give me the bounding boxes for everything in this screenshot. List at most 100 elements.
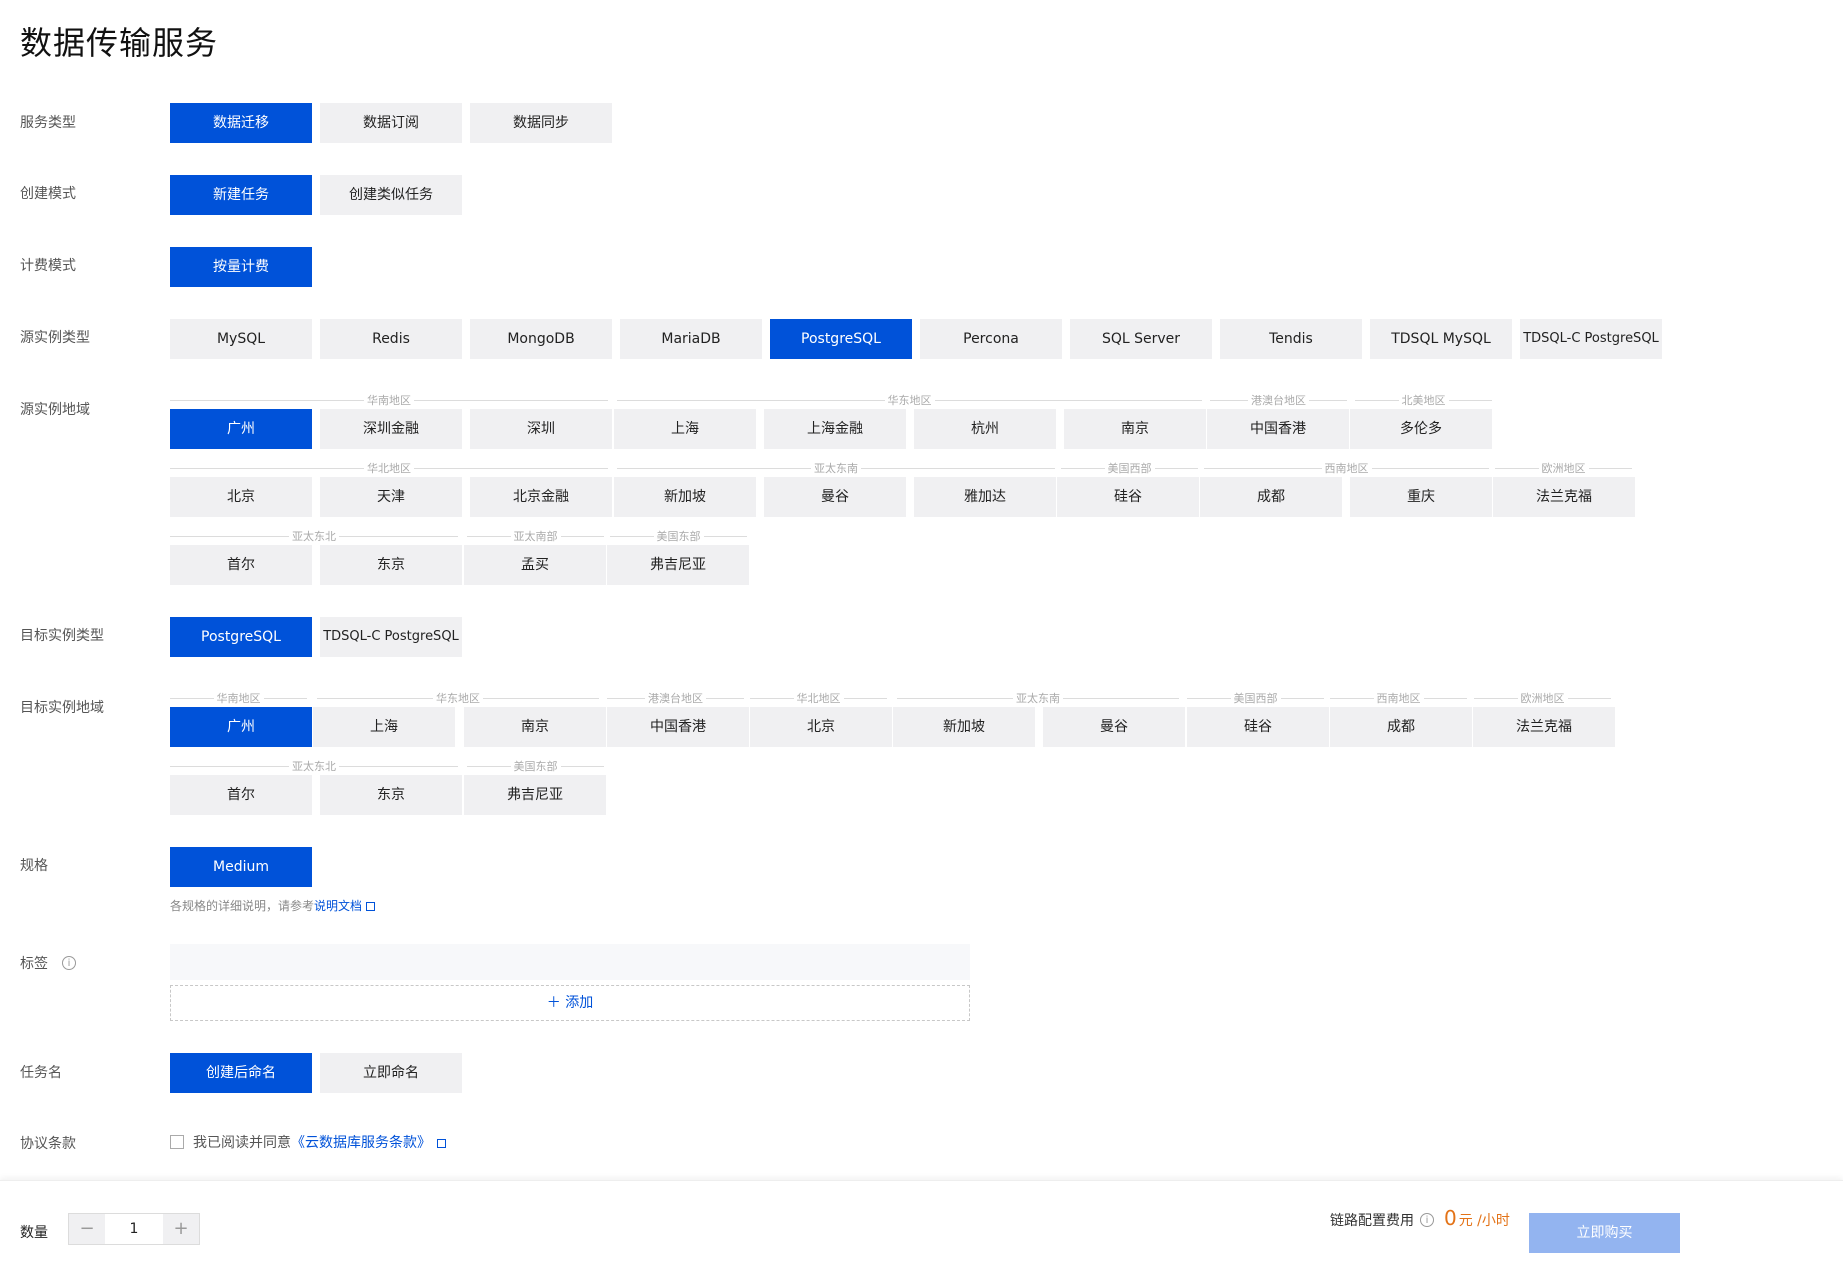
src-region-option[interactable]: 孟买	[464, 545, 606, 585]
dst-region-option[interactable]: 成都	[1330, 707, 1472, 747]
src-region-option[interactable]: 天津	[320, 477, 462, 517]
src-region-option[interactable]: 上海	[614, 409, 756, 449]
agreement-checkbox[interactable]	[170, 1135, 184, 1149]
src-region-option[interactable]: 硅谷	[1057, 477, 1199, 517]
src-type-option[interactable]: Percona	[920, 319, 1062, 359]
minus-button[interactable]: −	[69, 1214, 105, 1244]
src-region-option[interactable]: 雅加达	[914, 477, 1056, 517]
src-region-option[interactable]: 新加坡	[614, 477, 756, 517]
src-type-option[interactable]: Redis	[320, 319, 462, 359]
dst-region-option[interactable]: 首尔	[170, 775, 312, 815]
spec-option[interactable]: Medium	[170, 847, 312, 887]
src-region-option[interactable]: 多伦多	[1350, 409, 1492, 449]
src-type-option[interactable]: Tendis	[1220, 319, 1362, 359]
dst-type-option[interactable]: TDSQL-C PostgreSQL	[320, 617, 462, 657]
src-region-option[interactable]: 成都	[1200, 477, 1342, 517]
price-amount: 0	[1444, 1206, 1457, 1230]
src-region-option[interactable]: 曼谷	[764, 477, 906, 517]
price-unit: 元 /小时	[1458, 1213, 1510, 1229]
region-group-name: 华北地区	[796, 692, 841, 705]
dst-region-option[interactable]: 法兰克福	[1473, 707, 1615, 747]
add-tag-button[interactable]: ＋ 添加	[170, 985, 970, 1021]
label-tags: 标签 i	[20, 953, 76, 973]
region-group-label: 华北地区	[750, 692, 887, 705]
region-group-name: 欧洲地区	[1520, 692, 1565, 705]
label-billing-mode: 计费模式	[20, 258, 76, 274]
service-type-option[interactable]: 数据订阅	[320, 103, 462, 143]
src-type-option[interactable]: MongoDB	[470, 319, 612, 359]
region-group-name: 亚太东北	[292, 760, 336, 773]
region-group-label: 亚太东南	[897, 692, 1179, 705]
region-group-name: 美国西部	[1233, 692, 1278, 705]
task-name-option[interactable]: 立即命名	[320, 1053, 462, 1093]
dst-region-option[interactable]: 北京	[750, 707, 892, 747]
src-region-option[interactable]: 杭州	[914, 409, 1056, 449]
dst-region-option[interactable]: 中国香港	[607, 707, 749, 747]
region-group-label: 港澳台地区	[1210, 394, 1347, 407]
region-group-label: 华北地区	[170, 462, 608, 475]
src-region-option[interactable]: 广州	[170, 409, 312, 449]
dst-region-option[interactable]: 新加坡	[893, 707, 1035, 747]
agreement-link[interactable]: 《云数据库服务条款》	[291, 1132, 431, 1152]
src-region-option[interactable]: 深圳	[470, 409, 612, 449]
src-region-option[interactable]: 中国香港	[1207, 409, 1349, 449]
spec-doc-link[interactable]: 说明文档	[314, 899, 362, 913]
region-group-name: 美国西部	[1107, 462, 1152, 475]
agreement-row: 我已阅读并同意 《云数据库服务条款》	[170, 1132, 446, 1152]
src-region-option[interactable]: 深圳金融	[320, 409, 462, 449]
src-type-option[interactable]: MySQL	[170, 319, 312, 359]
external-link-icon[interactable]	[437, 1138, 446, 1148]
src-region-option[interactable]: 重庆	[1350, 477, 1492, 517]
region-group-label: 美国西部	[1187, 692, 1324, 705]
external-link-icon[interactable]	[366, 902, 376, 911]
task-name-option[interactable]: 创建后命名	[170, 1053, 312, 1093]
region-group-name: 美国东部	[656, 530, 701, 543]
dst-region-option[interactable]: 上海	[313, 707, 455, 747]
region-group-label: 华南地区	[170, 692, 307, 705]
label-task-name: 任务名	[20, 1065, 62, 1081]
buy-now-button[interactable]: 立即购买	[1529, 1213, 1680, 1253]
src-region-option[interactable]: 南京	[1064, 409, 1206, 449]
billing-mode-option[interactable]: 按量计费	[170, 247, 312, 287]
dst-region-option[interactable]: 南京	[464, 707, 606, 747]
region-group-label: 华南地区	[170, 394, 608, 407]
src-region-option[interactable]: 北京金融	[470, 477, 612, 517]
label-tags-text: 标签	[20, 956, 48, 972]
src-region-option[interactable]: 首尔	[170, 545, 312, 585]
src-region-option[interactable]: 北京	[170, 477, 312, 517]
quantity-stepper[interactable]: − 1 +	[68, 1213, 200, 1245]
src-region-option[interactable]: 上海金融	[764, 409, 906, 449]
label-dst-region: 目标实例地域	[20, 700, 104, 716]
dst-region-option[interactable]: 弗吉尼亚	[464, 775, 606, 815]
region-group-label: 西南地区	[1204, 462, 1489, 475]
dst-region-option[interactable]: 广州	[170, 707, 312, 747]
info-icon[interactable]: i	[1420, 1213, 1434, 1227]
region-group-label: 美国西部	[1061, 462, 1198, 475]
src-type-option[interactable]: TDSQL-C PostgreSQL	[1520, 319, 1662, 359]
label-src-region: 源实例地域	[20, 402, 90, 418]
region-group-label: 美国东部	[610, 530, 747, 543]
quantity-value[interactable]: 1	[105, 1214, 163, 1244]
plus-button[interactable]: +	[163, 1214, 199, 1244]
dst-region-option[interactable]: 曼谷	[1043, 707, 1185, 747]
src-region-option[interactable]: 东京	[320, 545, 462, 585]
src-type-option[interactable]: TDSQL MySQL	[1370, 319, 1512, 359]
region-group-name: 华南地区	[367, 394, 411, 407]
dst-type-option[interactable]: PostgreSQL	[170, 617, 312, 657]
src-region-option[interactable]: 弗吉尼亚	[607, 545, 749, 585]
src-region-option[interactable]: 法兰克福	[1493, 477, 1635, 517]
spec-hint: 各规格的详细说明，请参考说明文档	[170, 897, 376, 914]
service-type-option[interactable]: 数据同步	[470, 103, 612, 143]
src-type-option[interactable]: SQL Server	[1070, 319, 1212, 359]
create-mode-option[interactable]: 创建类似任务	[320, 175, 462, 215]
create-mode-option[interactable]: 新建任务	[170, 175, 312, 215]
src-type-option[interactable]: PostgreSQL	[770, 319, 912, 359]
label-spec: 规格	[20, 858, 48, 874]
region-group-name: 港澳台地区	[1251, 394, 1306, 407]
info-icon[interactable]: i	[62, 956, 76, 970]
region-group-label: 西南地区	[1330, 692, 1467, 705]
src-type-option[interactable]: MariaDB	[620, 319, 762, 359]
dst-region-option[interactable]: 东京	[320, 775, 462, 815]
service-type-option[interactable]: 数据迁移	[170, 103, 312, 143]
dst-region-option[interactable]: 硅谷	[1187, 707, 1329, 747]
